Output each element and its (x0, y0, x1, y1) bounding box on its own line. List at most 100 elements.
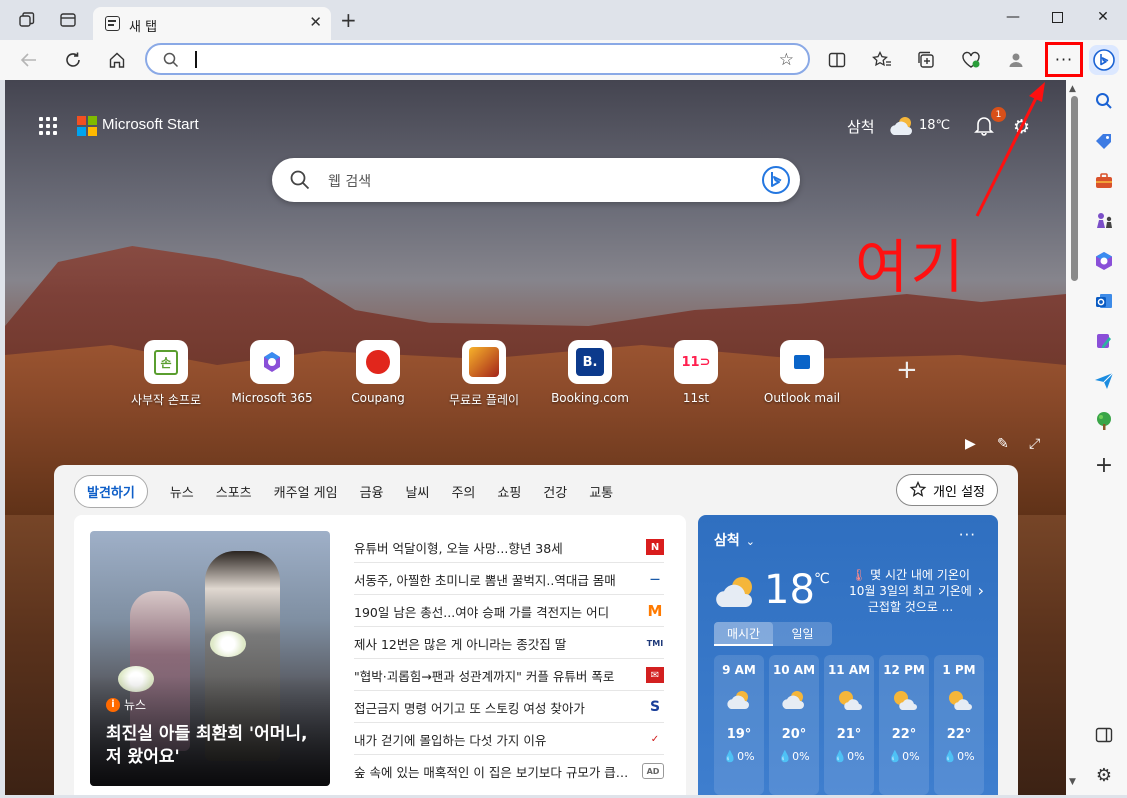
weather-card-location[interactable]: 삼척 ⌄ (714, 530, 755, 550)
home-icon[interactable] (106, 50, 128, 70)
scrollbar-thumb[interactable] (1071, 96, 1078, 281)
tools-toolbox-icon[interactable] (1093, 170, 1115, 192)
source-logo-icon: S (649, 699, 661, 715)
settings-and-more-button[interactable]: ··· (1045, 42, 1083, 77)
new-tab-plus-icon[interactable]: + (340, 10, 357, 30)
refresh-icon[interactable] (62, 50, 84, 70)
coupang-icon (356, 340, 400, 384)
annotation-label: 여기 (855, 233, 966, 301)
tree-app-icon[interactable] (1093, 410, 1115, 432)
sidebar-add-plus-icon[interactable]: + (1093, 453, 1115, 478)
tab-actions-icon[interactable] (59, 11, 77, 29)
news-card: i 뉴스 최진실 아들 최환희 '어머니, 저 왔어요' 유튜버 억달이형, 오… (74, 515, 686, 795)
copilot-bing-icon[interactable] (1089, 45, 1119, 75)
tab-health[interactable]: 건강 (543, 482, 567, 501)
sidebar-toggle-icon[interactable] (1093, 724, 1115, 746)
temp-unit: ℃ (814, 571, 830, 587)
games-chess-icon[interactable] (1093, 210, 1115, 232)
quick-link-booking[interactable]: B. Booking.com (535, 340, 645, 405)
hour-forecast-item[interactable]: 11 AM 21° 💧0% (824, 655, 874, 795)
news-source-logo-icon: i (106, 697, 120, 712)
chevron-right-icon[interactable]: › (978, 581, 984, 600)
partly-cloudy-icon (779, 687, 809, 713)
tab-sports[interactable]: 스포츠 (216, 482, 252, 501)
headline-item[interactable]: 내가 걷기에 몰입하는 다섯 가지 이유 ✓ (354, 723, 664, 755)
tab-hourly[interactable]: 매시간 (714, 622, 773, 646)
personalize-button[interactable]: 개인 설정 (896, 474, 998, 506)
add-favorite-star-icon[interactable]: ☆ (779, 50, 794, 70)
maximize-icon[interactable] (1042, 6, 1072, 28)
quick-link-coupang[interactable]: Coupang (323, 340, 433, 405)
split-screen-icon[interactable] (826, 50, 848, 70)
change-background-icon[interactable]: ✎ (997, 436, 1009, 452)
send-plane-icon[interactable] (1093, 370, 1115, 392)
tab-daily[interactable]: 일일 (773, 622, 832, 646)
source-logo-icon: — (650, 573, 660, 585)
tab-traffic[interactable]: 교통 (589, 482, 613, 501)
mostly-sunny-icon (889, 687, 919, 713)
workspaces-icon[interactable] (18, 11, 36, 29)
quick-link-son-pro[interactable]: 손 사부작 손프로 (111, 340, 221, 408)
headline-item[interactable]: 접근금지 명령 어기고 또 스토킹 여성 찾아가 S (354, 691, 664, 723)
hour-forecast-item[interactable]: 10 AM 20° 💧0% (769, 655, 819, 795)
title-bar: 새 탭 ✕ + — ✕ (0, 0, 1127, 40)
play-background-icon[interactable]: ▶ (965, 436, 976, 452)
edge-sidebar: + ⚙ (1083, 80, 1127, 798)
headline-item[interactable]: 190일 남은 총선...여야 승패 가를 격전지는 어디 M (354, 595, 664, 627)
raindrop-icon: 💧 (778, 750, 793, 763)
back-arrow-icon[interactable] (18, 50, 40, 70)
browser-essentials-icon[interactable] (960, 50, 982, 70)
tab-news[interactable]: 뉴스 (170, 482, 194, 501)
headline-item[interactable]: 숲 속에 있는 매혹적인 이 집은 보기보다 규모가 큽니다 AD (354, 755, 664, 787)
feed-nav: 발견하기 뉴스 스포츠 캐주얼 게임 금융 날씨 주의 쇼핑 건강 교통 (74, 474, 635, 508)
quick-link-free-play[interactable]: 무료로 플레이 (429, 340, 539, 408)
tab-weather[interactable]: 날씨 (406, 482, 430, 501)
raindrop-icon: 💧 (723, 750, 738, 763)
favorites-icon[interactable] (871, 50, 893, 70)
hour-forecast-item[interactable]: 1 PM 22° 💧0% (934, 655, 984, 795)
sparkle-star-icon (909, 480, 927, 503)
tab-alerts[interactable]: 주의 (451, 482, 475, 501)
source-logo-icon: N (646, 539, 664, 555)
tab-new-tab[interactable]: 새 탭 ✕ (93, 7, 331, 40)
scroll-up-arrow-icon[interactable]: ▲ (1069, 84, 1076, 94)
hour-forecast-item[interactable]: 12 PM 22° 💧0% (879, 655, 929, 795)
profile-avatar-icon[interactable] (1005, 50, 1027, 70)
url-input[interactable] (191, 49, 751, 69)
raindrop-icon: 💧 (888, 750, 903, 763)
expand-icon[interactable]: ⤢ (1029, 436, 1040, 452)
tab-discover[interactable]: 발견하기 (74, 474, 148, 508)
collections-icon[interactable] (916, 50, 938, 70)
headline-item[interactable]: "협박·괴롭힘→팬과 성관계까지" 커플 유튜버 폭로 ✉ (354, 659, 664, 691)
add-shortcut-plus-icon[interactable]: + (896, 357, 918, 383)
quick-link-11st[interactable]: 11⊃ 11st (641, 340, 751, 405)
outlook-icon[interactable] (1093, 290, 1115, 312)
sidebar-search-icon[interactable] (1093, 90, 1115, 112)
quick-link-outlook[interactable]: Outlook mail (747, 340, 857, 405)
headline-item[interactable]: 유튜버 억달이형, 오늘 사망...향년 38세 N (354, 531, 664, 563)
sidebar-settings-gear-icon[interactable]: ⚙ (1093, 764, 1115, 786)
hourly-forecast: 9 AM 19° 💧0% 10 AM 20° 💧0% 11 AM 21° 💧0% (714, 655, 989, 795)
hour-forecast-item[interactable]: 9 AM 19° 💧0% (714, 655, 764, 795)
tab-finance[interactable]: 금융 (360, 482, 384, 501)
hero-story[interactable]: i 뉴스 최진실 아들 최환희 '어머니, 저 왔어요' (90, 531, 330, 786)
close-tab-icon[interactable]: ✕ (309, 13, 322, 31)
weather-alert[interactable]: 🌡 몇 시간 내에 기온이 10월 3일의 최고 기온에 근접할 것으로 ... (848, 567, 973, 615)
scroll-down-arrow-icon[interactable]: ▼ (1069, 777, 1076, 787)
minimize-icon[interactable]: — (998, 6, 1028, 28)
source-logo-icon: TMI (646, 638, 664, 648)
tab-shopping[interactable]: 쇼핑 (497, 482, 521, 501)
headline-item[interactable]: 서동주, 아찔한 초미니로 뽐낸 꿀벅지..역대급 몸매 — (354, 563, 664, 595)
more-options-icon[interactable]: ··· (959, 526, 976, 544)
tab-casual-games[interactable]: 캐주얼 게임 (274, 482, 338, 501)
search-icon (163, 52, 179, 72)
close-window-icon[interactable]: ✕ (1088, 6, 1118, 28)
microsoft-365-icon[interactable] (1093, 250, 1115, 272)
weather-card[interactable]: 삼척 ⌄ ··· 18 ℃ 🌡 몇 시간 내에 기온이 10월 3일의 최고 기온… (698, 515, 998, 795)
shopping-tag-icon[interactable] (1093, 130, 1115, 152)
page-scrollbar[interactable]: ▲ ▼ (1066, 80, 1083, 795)
designer-edit-icon[interactable] (1093, 330, 1115, 352)
headline-item[interactable]: 제사 12번은 많은 게 아니라는 종갓집 딸 TMI (354, 627, 664, 659)
address-bar[interactable]: ☆ (145, 43, 810, 75)
quick-link-microsoft-365[interactable]: Microsoft 365 (217, 340, 327, 405)
